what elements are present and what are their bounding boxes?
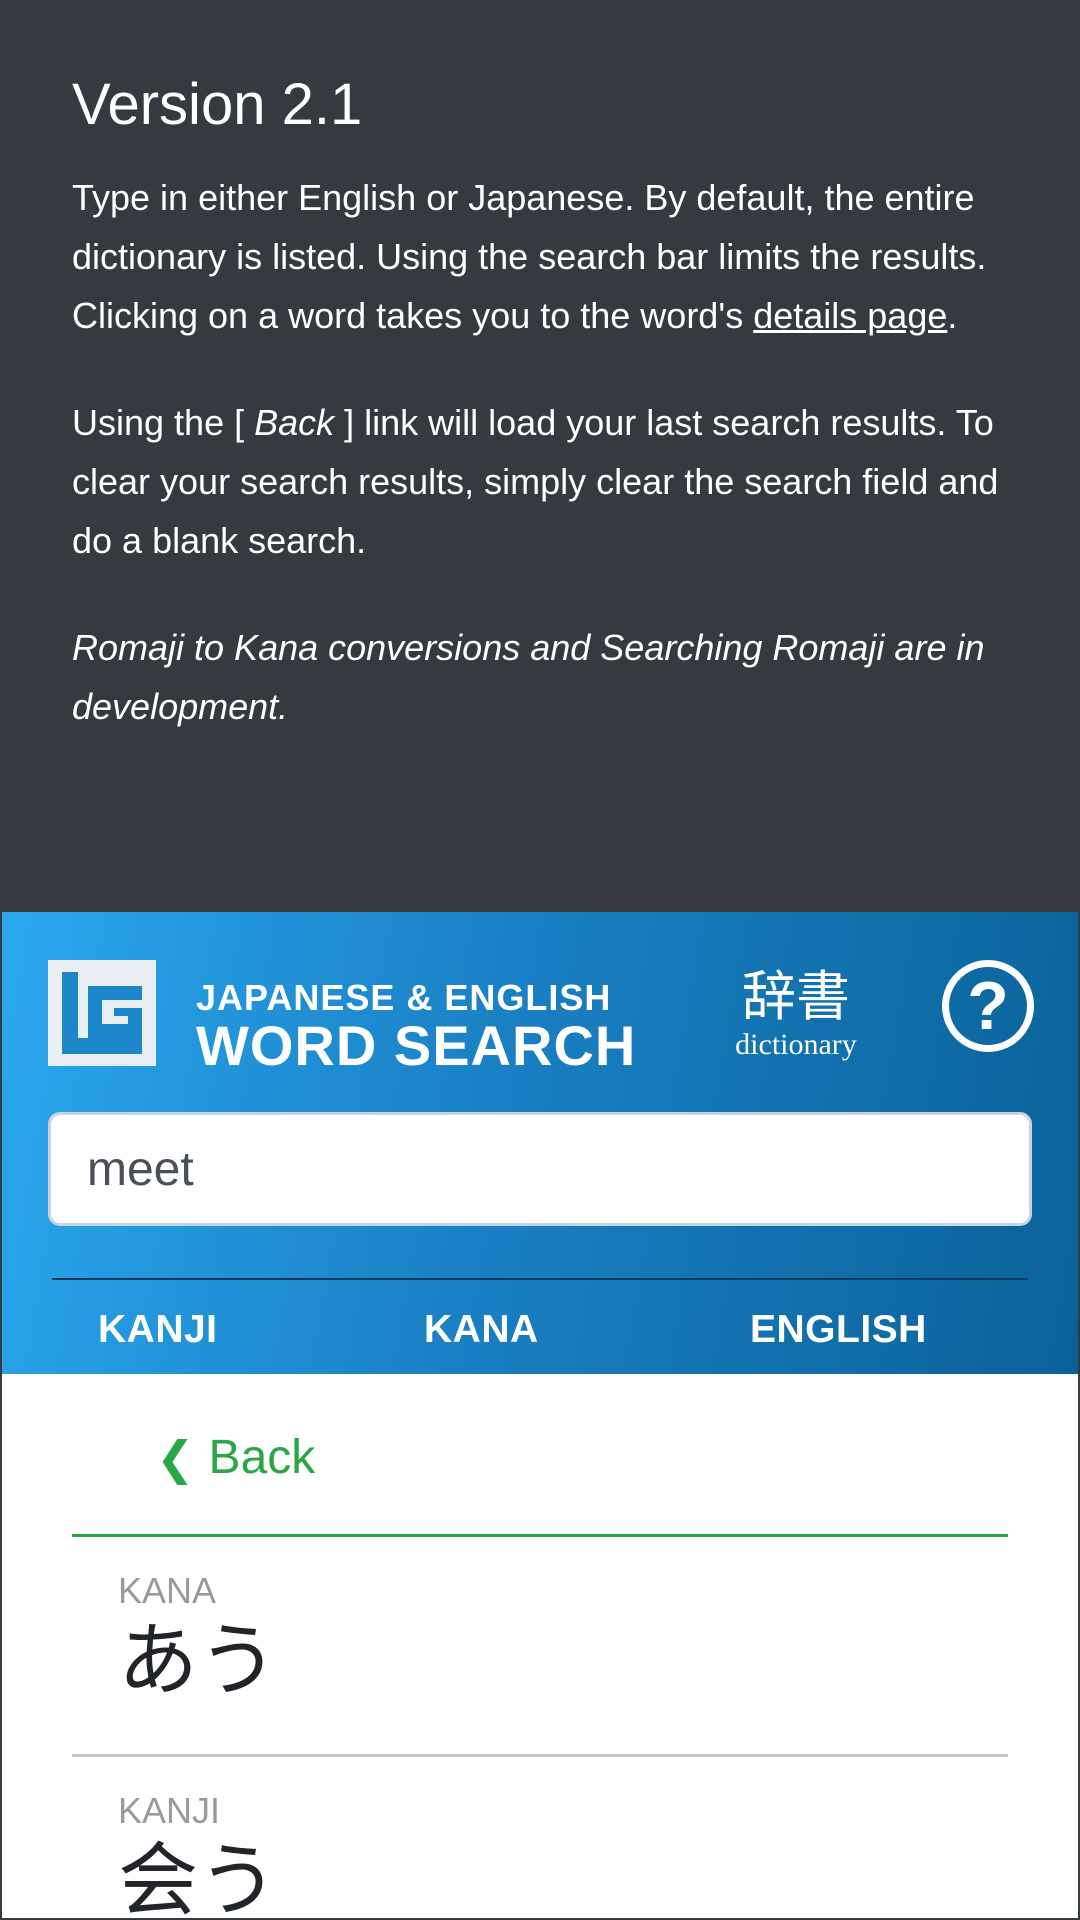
- result-label: KANA: [118, 1570, 217, 1611]
- app-header: JAPANESE & ENGLISH WORD SEARCH 辞書 dictio…: [2, 912, 1078, 1374]
- tab-english[interactable]: ENGLISH: [750, 1308, 927, 1352]
- app-frame: Version 2.1 Type in either English or Ja…: [0, 0, 1080, 1920]
- info-back-em: Back: [254, 402, 335, 443]
- search-input[interactable]: [48, 1112, 1032, 1226]
- info-paragraph-usage: Type in either English or Japanese. By d…: [72, 168, 1008, 345]
- info-panel: Version 2.1 Type in either English or Ja…: [2, 2, 1078, 912]
- help-icon-glyph: ?: [967, 968, 1009, 1044]
- result-item-kanji[interactable]: KANJI 会う: [72, 1757, 1008, 1920]
- brand-top-text: JAPANESE & ENGLISH: [196, 977, 612, 1018]
- back-label: Back: [208, 1431, 316, 1484]
- results-panel: ❮ Back KANA あう KANJI 会う: [2, 1374, 1078, 1920]
- back-link[interactable]: ❮ Back: [156, 1430, 315, 1485]
- tab-kanji[interactable]: KANJI: [98, 1308, 218, 1352]
- help-icon[interactable]: ?: [942, 960, 1034, 1052]
- dictionary-word: dictionary: [735, 1028, 857, 1061]
- result-label: KANJI: [118, 1790, 221, 1831]
- info-back-pre: Using the [: [72, 402, 255, 443]
- brand-bottom-text: WORD SEARCH: [196, 1014, 637, 1077]
- version-title: Version 2.1: [72, 72, 363, 137]
- info-paragraph-romaji: Romaji to Kana conversions and Searching…: [72, 627, 985, 727]
- tabs-divider: [52, 1278, 1028, 1280]
- details-page-link[interactable]: details page: [753, 295, 947, 336]
- dictionary-kanji: 辞書: [742, 965, 850, 1028]
- dictionary-mark: 辞書 dictionary: [716, 966, 876, 1062]
- info-paragraph-back: Using the [ Back ] link will load your l…: [72, 393, 1008, 570]
- lg-logo-icon[interactable]: [48, 960, 156, 1066]
- result-value: 会う: [118, 1834, 278, 1920]
- result-value: あう: [118, 1614, 278, 1707]
- result-item-kana[interactable]: KANA あう: [72, 1537, 1008, 1757]
- tab-kana[interactable]: KANA: [424, 1308, 539, 1352]
- brand-title: JAPANESE & ENGLISH WORD SEARCH: [196, 978, 636, 1074]
- back-row: ❮ Back: [72, 1374, 1008, 1537]
- info-usage-end: .: [947, 295, 958, 336]
- chevron-left-icon: ❮: [156, 1431, 195, 1484]
